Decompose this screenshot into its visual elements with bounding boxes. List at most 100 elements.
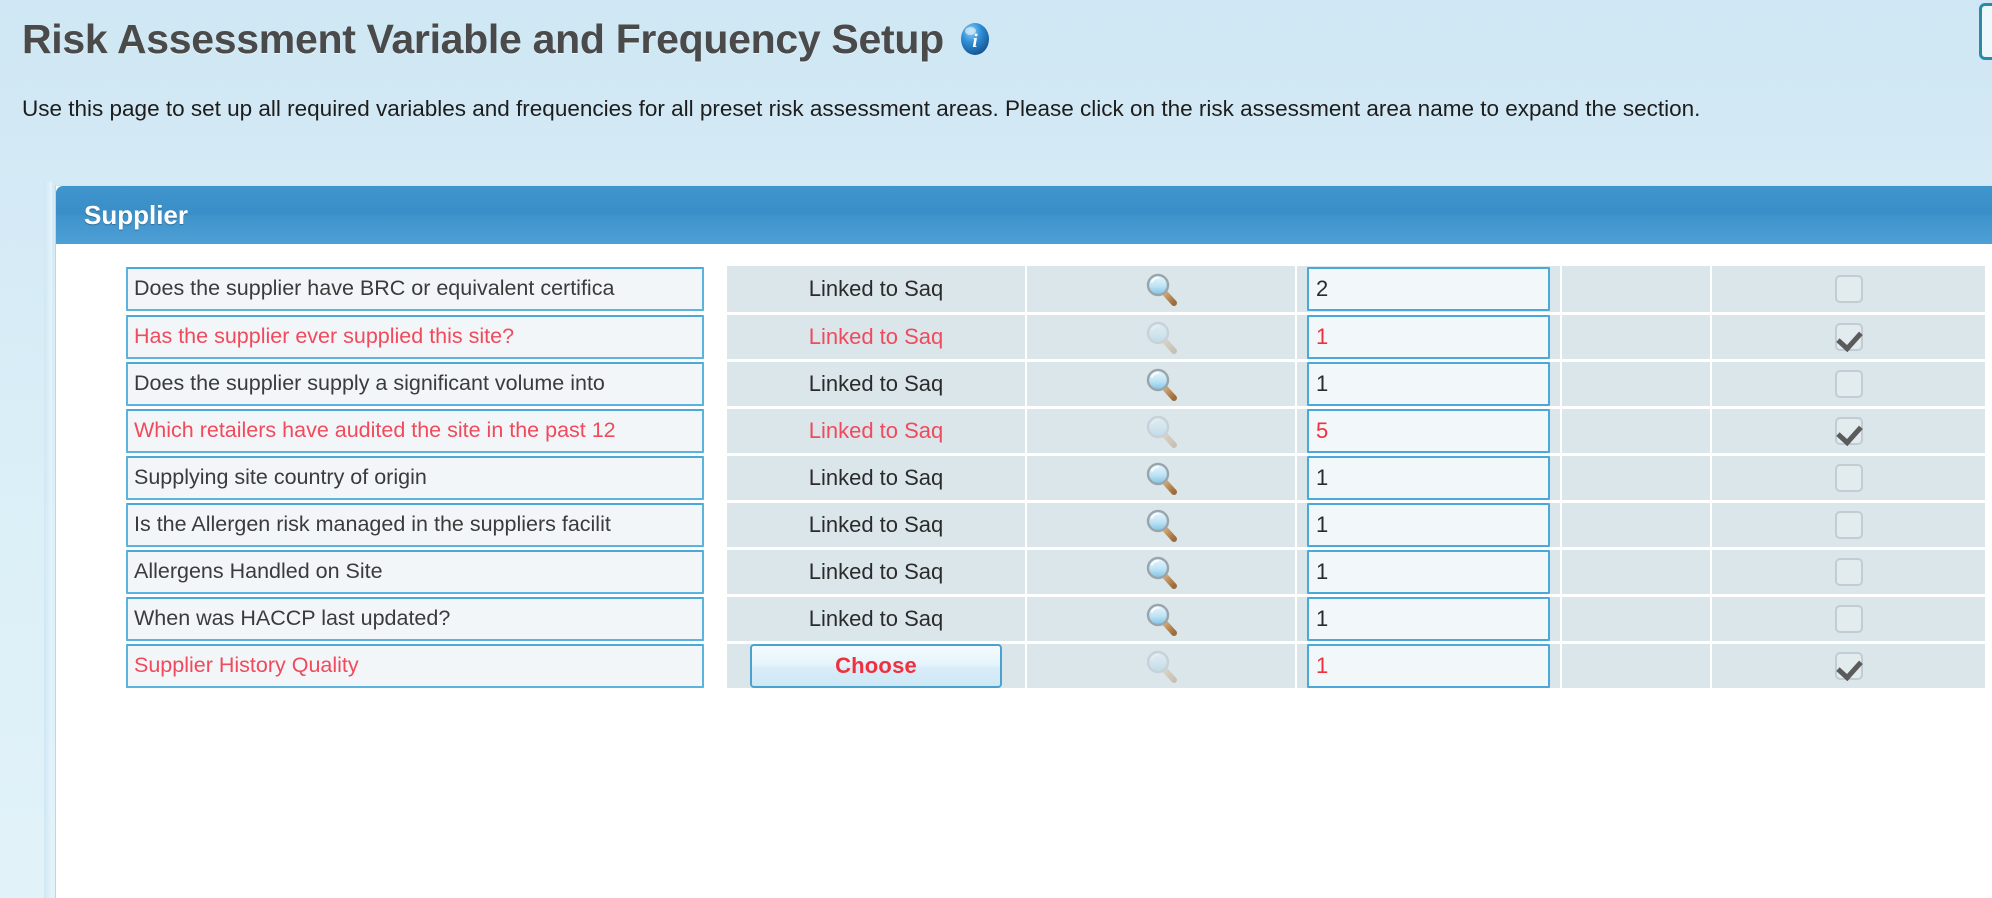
frequency-input[interactable] bbox=[1307, 314, 1550, 359]
row-checkbox[interactable] bbox=[1834, 510, 1863, 539]
row-checkbox[interactable] bbox=[1834, 604, 1863, 633]
variable-name-input[interactable] bbox=[126, 455, 704, 500]
frequency-input[interactable] bbox=[1307, 361, 1550, 406]
variable-name-cell bbox=[126, 360, 727, 409]
frequency-input[interactable] bbox=[1307, 502, 1550, 547]
link-cell: Linked to Saq bbox=[726, 454, 1027, 503]
search-icon[interactable] bbox=[1142, 412, 1180, 450]
frequency-cell bbox=[1296, 266, 1562, 315]
variable-name-input[interactable] bbox=[126, 408, 704, 453]
row-checkbox[interactable] bbox=[1834, 322, 1863, 351]
spacer-cell bbox=[1561, 266, 1712, 315]
spacer-cell bbox=[1561, 407, 1712, 456]
section-title: Supplier bbox=[84, 199, 189, 230]
spacer-cell bbox=[1561, 313, 1712, 362]
search-cell bbox=[1026, 642, 1297, 691]
checkbox-cell bbox=[1711, 548, 1987, 597]
page-header: Risk Assessment Variable and Frequency S… bbox=[0, 0, 1992, 124]
variable-name-cell bbox=[126, 313, 727, 362]
search-cell bbox=[1026, 454, 1297, 503]
page-title: Risk Assessment Variable and Frequency S… bbox=[22, 15, 944, 62]
link-cell: Linked to Saq bbox=[726, 501, 1027, 550]
link-cell: Linked to Saq bbox=[726, 407, 1027, 456]
linked-to-saq-label: Linked to Saq bbox=[808, 323, 944, 349]
search-icon[interactable] bbox=[1142, 506, 1180, 544]
checkbox-cell bbox=[1711, 454, 1987, 503]
variable-name-input[interactable] bbox=[126, 314, 704, 359]
section-header-supplier[interactable]: Supplier bbox=[56, 186, 1992, 244]
variable-name-input[interactable] bbox=[126, 549, 704, 594]
row-checkbox[interactable] bbox=[1834, 369, 1863, 398]
spacer-cell bbox=[1561, 642, 1712, 691]
frequency-input[interactable] bbox=[1307, 455, 1550, 500]
variable-name-cell bbox=[126, 266, 727, 315]
variable-name-cell bbox=[126, 548, 727, 597]
search-cell bbox=[1026, 501, 1297, 550]
variable-name-cell bbox=[126, 595, 727, 644]
svg-text:i: i bbox=[972, 31, 978, 52]
panel-body: Linked to Saq Linked to Saq Li bbox=[56, 244, 1992, 691]
variable-name-cell bbox=[126, 642, 727, 691]
search-icon[interactable] bbox=[1142, 459, 1180, 497]
choose-button[interactable]: Choose bbox=[750, 643, 1002, 688]
linked-to-saq-label: Linked to Saq bbox=[808, 417, 944, 443]
frequency-cell bbox=[1296, 548, 1562, 597]
frequency-cell bbox=[1296, 407, 1562, 456]
search-cell bbox=[1026, 266, 1297, 315]
link-cell: Linked to Saq bbox=[726, 266, 1027, 315]
table-row: Linked to Saq bbox=[126, 407, 1987, 456]
linked-to-saq-label: Linked to Saq bbox=[808, 511, 944, 537]
linked-to-saq-label: Linked to Saq bbox=[808, 370, 944, 396]
spacer-cell bbox=[1561, 454, 1712, 503]
search-cell bbox=[1026, 548, 1297, 597]
search-icon[interactable] bbox=[1142, 647, 1180, 685]
supplier-panel: Supplier Linked to Saq Linked to Saq bbox=[55, 185, 1992, 898]
table-row: Linked to Saq bbox=[126, 266, 1987, 315]
link-cell: Linked to Saq bbox=[726, 548, 1027, 597]
variable-name-input[interactable] bbox=[126, 502, 704, 547]
variable-name-input[interactable] bbox=[126, 266, 704, 311]
linked-to-saq-label: Linked to Saq bbox=[808, 464, 944, 490]
table-row: Linked to Saq bbox=[126, 595, 1987, 644]
table-row: Linked to Saq bbox=[126, 313, 1987, 362]
variable-name-cell bbox=[126, 501, 727, 550]
info-icon[interactable]: i bbox=[958, 22, 992, 56]
row-checkbox[interactable] bbox=[1834, 274, 1863, 303]
checkbox-cell bbox=[1711, 642, 1987, 691]
row-checkbox[interactable] bbox=[1834, 463, 1863, 492]
right-edge-partial-control[interactable] bbox=[1979, 3, 1992, 60]
search-icon[interactable] bbox=[1142, 553, 1180, 591]
search-icon[interactable] bbox=[1142, 600, 1180, 638]
search-cell bbox=[1026, 407, 1297, 456]
search-icon[interactable] bbox=[1142, 270, 1180, 308]
spacer-cell bbox=[1561, 501, 1712, 550]
page-title-row: Risk Assessment Variable and Frequency S… bbox=[22, 8, 1992, 70]
panel-left-rail bbox=[44, 182, 52, 898]
frequency-input[interactable] bbox=[1307, 596, 1550, 641]
frequency-input[interactable] bbox=[1307, 408, 1550, 453]
row-checkbox[interactable] bbox=[1834, 416, 1863, 445]
variable-name-input[interactable] bbox=[126, 361, 704, 406]
frequency-input[interactable] bbox=[1307, 266, 1550, 311]
table-row: Linked to Saq bbox=[126, 548, 1987, 597]
frequency-input[interactable] bbox=[1307, 549, 1550, 594]
frequency-cell bbox=[1296, 360, 1562, 409]
link-cell: Linked to Saq bbox=[726, 360, 1027, 409]
row-checkbox[interactable] bbox=[1834, 651, 1863, 680]
search-icon[interactable] bbox=[1142, 318, 1180, 356]
table-body: Linked to Saq Linked to Saq Li bbox=[126, 266, 1987, 691]
frequency-cell bbox=[1296, 595, 1562, 644]
variable-frequency-table: Linked to Saq Linked to Saq Li bbox=[126, 266, 1987, 691]
spacer-cell bbox=[1561, 595, 1712, 644]
frequency-cell bbox=[1296, 454, 1562, 503]
variable-name-input[interactable] bbox=[126, 596, 704, 641]
checkbox-cell bbox=[1711, 360, 1987, 409]
spacer-cell bbox=[1561, 548, 1712, 597]
frequency-input[interactable] bbox=[1307, 643, 1550, 688]
search-icon[interactable] bbox=[1142, 365, 1180, 403]
linked-to-saq-label: Linked to Saq bbox=[808, 558, 944, 584]
row-checkbox[interactable] bbox=[1834, 557, 1863, 586]
link-cell: Linked to Saq bbox=[726, 595, 1027, 644]
variable-name-input[interactable] bbox=[126, 643, 704, 688]
table-row: Linked to Saq bbox=[126, 360, 1987, 409]
